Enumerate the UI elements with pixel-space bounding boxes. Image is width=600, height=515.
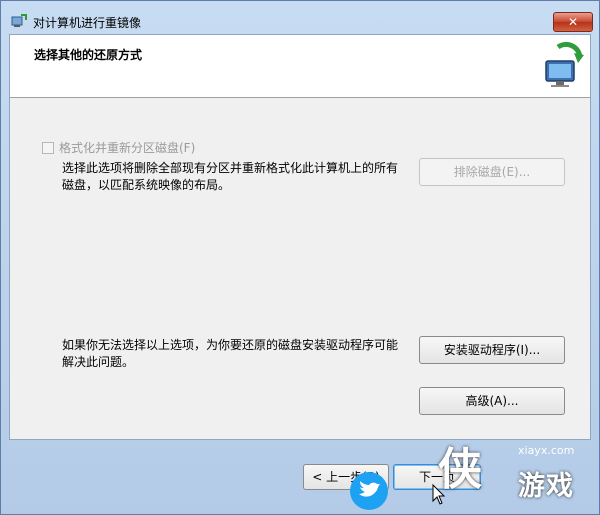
driver-description: 如果你无法选择以上选项，为你要还原的磁盘安装驱动程序可能 解决此问题。 bbox=[62, 337, 398, 371]
driver-description-line-2: 解决此问题。 bbox=[62, 355, 135, 369]
format-description-line-1: 选择此选项将删除全部现有分区并重新格式化此计算机上的所有 bbox=[62, 161, 399, 175]
format-repartition-option[interactable]: 格式化并重新分区磁盘(F) bbox=[42, 139, 195, 156]
watermark-name: 游戏 bbox=[518, 471, 574, 502]
watermark-site-text: xiayx.com bbox=[518, 444, 575, 457]
format-repartition-checkbox[interactable] bbox=[42, 141, 54, 154]
mouse-cursor-icon bbox=[432, 484, 446, 505]
app-icon bbox=[11, 14, 27, 27]
install-drivers-button[interactable]: 安装驱动程序(I)... bbox=[419, 336, 565, 364]
dialog-window: 对计算机进行重镜像 ✕ 选择其他的还原方式 格式化并重新分区磁盘(F) 选择此选… bbox=[0, 0, 600, 515]
title-bar[interactable]: 对计算机进行重镜像 ✕ bbox=[1, 1, 599, 35]
page-title: 选择其他的还原方式 bbox=[34, 48, 143, 62]
advanced-button[interactable]: 高级(A)... bbox=[419, 387, 565, 415]
format-repartition-label: 格式化并重新分区磁盘(F) bbox=[59, 141, 196, 155]
window-title: 对计算机进行重镜像 bbox=[33, 16, 142, 30]
close-button[interactable]: ✕ bbox=[553, 12, 593, 32]
page-header: 选择其他的还原方式 bbox=[10, 35, 590, 98]
watermark-bird-icon bbox=[350, 472, 388, 510]
format-description-line-2: 磁盘，以匹配系统映像的布局。 bbox=[62, 178, 231, 192]
format-description: 选择此选项将删除全部现有分区并重新格式化此计算机上的所有 磁盘，以匹配系统映像的… bbox=[62, 160, 398, 194]
exclude-disks-button[interactable]: 排除磁盘(E)... bbox=[419, 158, 565, 186]
driver-description-line-1: 如果你无法选择以上选项，为你要还原的磁盘安装驱动程序可能 bbox=[62, 338, 399, 352]
close-icon: ✕ bbox=[567, 15, 579, 29]
restore-computer-icon bbox=[545, 41, 584, 87]
dialog-content: 选择其他的还原方式 格式化并重新分区磁盘(F) 选择此选项将删除全部现有分区并重… bbox=[9, 34, 591, 440]
